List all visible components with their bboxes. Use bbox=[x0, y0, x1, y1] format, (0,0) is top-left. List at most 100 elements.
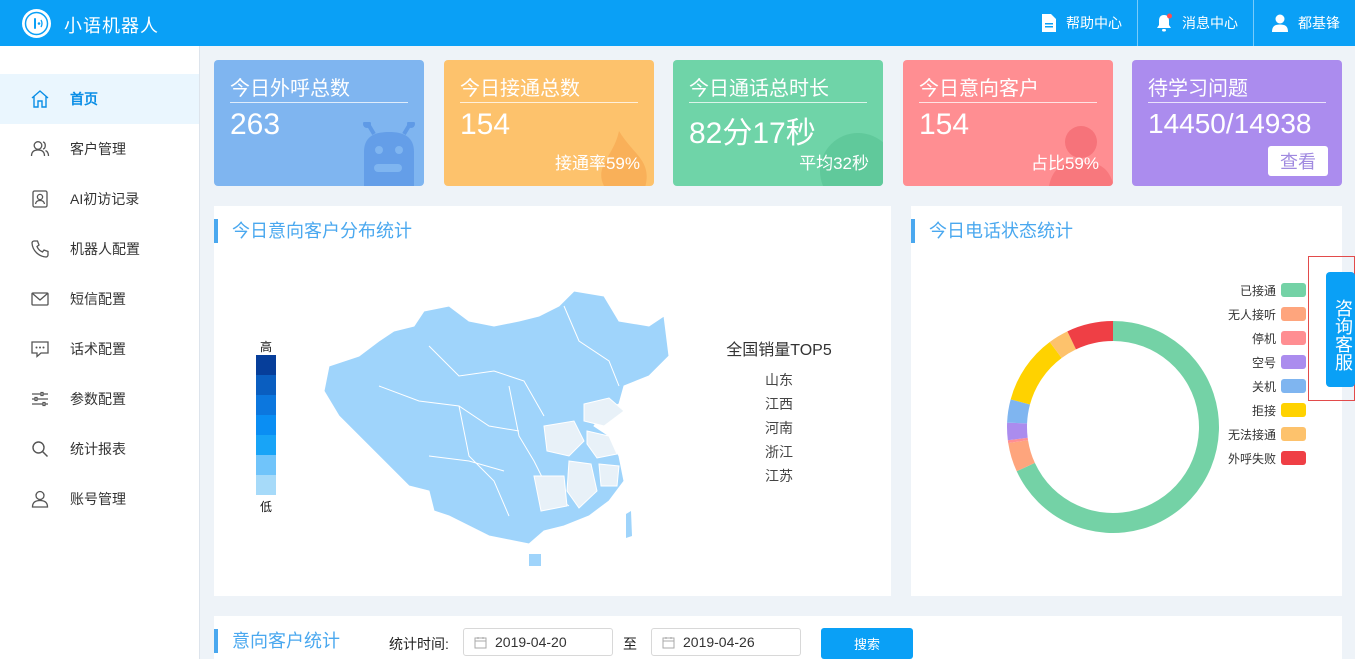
users-icon bbox=[30, 139, 50, 159]
sidebar-item-label: 统计报表 bbox=[70, 441, 126, 457]
calendar-icon bbox=[662, 636, 675, 648]
sidebar-item-param-config[interactable]: 参数配置 bbox=[0, 374, 199, 424]
view-button[interactable]: 查看 bbox=[1268, 146, 1328, 176]
china-map-mainland bbox=[323, 290, 670, 545]
user-name: 都基锋 bbox=[1298, 15, 1340, 31]
phone-icon bbox=[30, 239, 50, 259]
stat-subtext: 占比59% bbox=[1030, 154, 1099, 173]
sidebar-item-reports[interactable]: 统计报表 bbox=[0, 424, 199, 474]
legend-segment bbox=[256, 475, 276, 495]
help-center-label: 帮助中心 bbox=[1066, 15, 1122, 31]
legend-segment bbox=[256, 415, 276, 435]
top5-list: 全国销量TOP5 山东 江西 河南 浙江 江苏 bbox=[724, 336, 834, 488]
legend-item[interactable]: 拒接 bbox=[1228, 398, 1306, 422]
panel-title: 今日意向客户分布统计 bbox=[214, 219, 412, 243]
stat-divider bbox=[1148, 102, 1326, 103]
call-status-donut-chart[interactable] bbox=[993, 307, 1233, 547]
end-date-value: 2019-04-26 bbox=[683, 634, 755, 650]
search-icon bbox=[30, 439, 50, 459]
region-zhejiang bbox=[598, 463, 620, 487]
legend-label: 关机 bbox=[1251, 379, 1276, 394]
legend-item[interactable]: 外呼失败 bbox=[1228, 446, 1306, 470]
document-icon bbox=[1042, 14, 1056, 32]
stat-title: 待学习问题 bbox=[1148, 78, 1248, 100]
help-center-link[interactable]: 帮助中心 bbox=[1024, 0, 1137, 46]
stat-value: 154 bbox=[919, 108, 970, 141]
panel-title: 意向客户统计 bbox=[214, 629, 340, 653]
legend-item[interactable]: 无人接听 bbox=[1228, 302, 1306, 326]
stat-value: 154 bbox=[460, 108, 511, 141]
legend-label: 外呼失败 bbox=[1227, 451, 1276, 466]
start-date-value: 2019-04-20 bbox=[495, 634, 567, 650]
legend-swatch bbox=[1281, 331, 1306, 345]
legend-label: 无法接通 bbox=[1227, 427, 1276, 442]
map-visual-legend[interactable]: 高 低 bbox=[256, 338, 286, 514]
sliders-icon bbox=[30, 389, 50, 409]
stat-divider bbox=[230, 102, 408, 103]
sidebar-item-home[interactable]: 首页 bbox=[0, 74, 199, 124]
mail-icon bbox=[30, 289, 50, 309]
sidebar-item-sms-config[interactable]: 短信配置 bbox=[0, 274, 199, 324]
home-icon bbox=[30, 89, 50, 109]
stat-subtext: 接通率59% bbox=[554, 154, 640, 173]
stat-value: 82分17秒 bbox=[689, 117, 816, 150]
panel-title: 今日电话状态统计 bbox=[911, 219, 1073, 243]
sidebar-menu: 首页 客户管理 AI初访记录 机器人配置 短信配置 话术配置 参数配置 统计报表… bbox=[0, 74, 199, 524]
list-item: 浙江 bbox=[765, 444, 793, 460]
legend-item[interactable]: 停机 bbox=[1228, 326, 1306, 350]
stat-card-pending-questions: 待学习问题 14450/14938 查看 bbox=[1132, 60, 1342, 186]
sidebar-item-label: 首页 bbox=[70, 91, 98, 107]
user-menu[interactable]: 都基锋 bbox=[1253, 0, 1355, 46]
legend-label: 已接通 bbox=[1239, 283, 1276, 298]
sidebar-item-ai-records[interactable]: AI初访记录 bbox=[0, 174, 199, 224]
legend-item[interactable]: 关机 bbox=[1228, 374, 1306, 398]
sidebar-item-script-config[interactable]: 话术配置 bbox=[0, 324, 199, 374]
calendar-icon bbox=[474, 636, 487, 648]
chat-icon bbox=[30, 339, 50, 359]
sidebar-item-customers[interactable]: 客户管理 bbox=[0, 124, 199, 174]
sidebar-item-label: 话术配置 bbox=[70, 341, 126, 357]
donut-legend: 已接通无人接听停机空号关机拒接无法接通外呼失败 bbox=[1228, 278, 1306, 470]
legend-swatch bbox=[1281, 451, 1306, 465]
list-item: 江苏 bbox=[765, 468, 793, 484]
legend-swatch bbox=[1281, 379, 1306, 393]
stat-time-label: 统计时间: bbox=[389, 636, 449, 652]
stat-card-duration: 今日通话总时长 82分17秒 平均32秒 bbox=[673, 60, 883, 186]
list-item: 河南 bbox=[765, 420, 793, 436]
region-taiwan bbox=[626, 511, 632, 538]
sidebar-item-robot-config[interactable]: 机器人配置 bbox=[0, 224, 199, 274]
legend-label: 停机 bbox=[1251, 331, 1276, 346]
stat-title: 今日意向客户 bbox=[919, 78, 1039, 100]
sidebar-item-label: 客户管理 bbox=[70, 141, 126, 157]
stat-card-outbound: 今日外呼总数 263 bbox=[214, 60, 424, 186]
china-map[interactable] bbox=[319, 286, 679, 576]
donut-slice-6[interactable] bbox=[1010, 341, 1062, 405]
legend-label: 无人接听 bbox=[1227, 307, 1276, 322]
legend-item[interactable]: 空号 bbox=[1228, 350, 1306, 374]
stat-divider bbox=[689, 102, 867, 103]
top5-title: 全国销量TOP5 bbox=[726, 342, 832, 359]
stat-value: 263 bbox=[230, 108, 281, 141]
sidebar-item-label: 账号管理 bbox=[70, 491, 126, 507]
stat-divider bbox=[919, 102, 1097, 103]
robot-watermark-icon bbox=[363, 122, 415, 186]
list-item: 江西 bbox=[765, 396, 793, 412]
search-button[interactable]: 搜索 bbox=[821, 628, 913, 659]
start-date-field[interactable]: 2019-04-20 bbox=[463, 628, 613, 656]
stat-title: 今日外呼总数 bbox=[230, 78, 350, 100]
donut-slice-4[interactable] bbox=[1007, 422, 1028, 441]
message-center-link[interactable]: 消息中心 bbox=[1137, 0, 1253, 46]
legend-swatch bbox=[1281, 355, 1306, 369]
end-date-field[interactable]: 2019-04-26 bbox=[651, 628, 801, 656]
user-avatar-icon bbox=[1272, 14, 1288, 32]
intent-stats-panel: 意向客户统计 统计时间: 2019-04-20 至 2019-04-26 搜索 bbox=[214, 616, 1342, 659]
sidebar-item-accounts[interactable]: 账号管理 bbox=[0, 474, 199, 524]
bell-icon bbox=[1157, 13, 1172, 32]
donut-slice-8[interactable] bbox=[1067, 321, 1113, 350]
legend-item[interactable]: 已接通 bbox=[1228, 278, 1306, 302]
sidebar: 首页 客户管理 AI初访记录 机器人配置 短信配置 话术配置 参数配置 统计报表… bbox=[0, 46, 200, 659]
legend-item[interactable]: 无法接通 bbox=[1228, 422, 1306, 446]
sidebar-item-label: 机器人配置 bbox=[70, 241, 140, 257]
sidebar-item-label: AI初访记录 bbox=[70, 191, 140, 207]
consult-service-button[interactable]: 咨询客服 bbox=[1326, 272, 1355, 387]
